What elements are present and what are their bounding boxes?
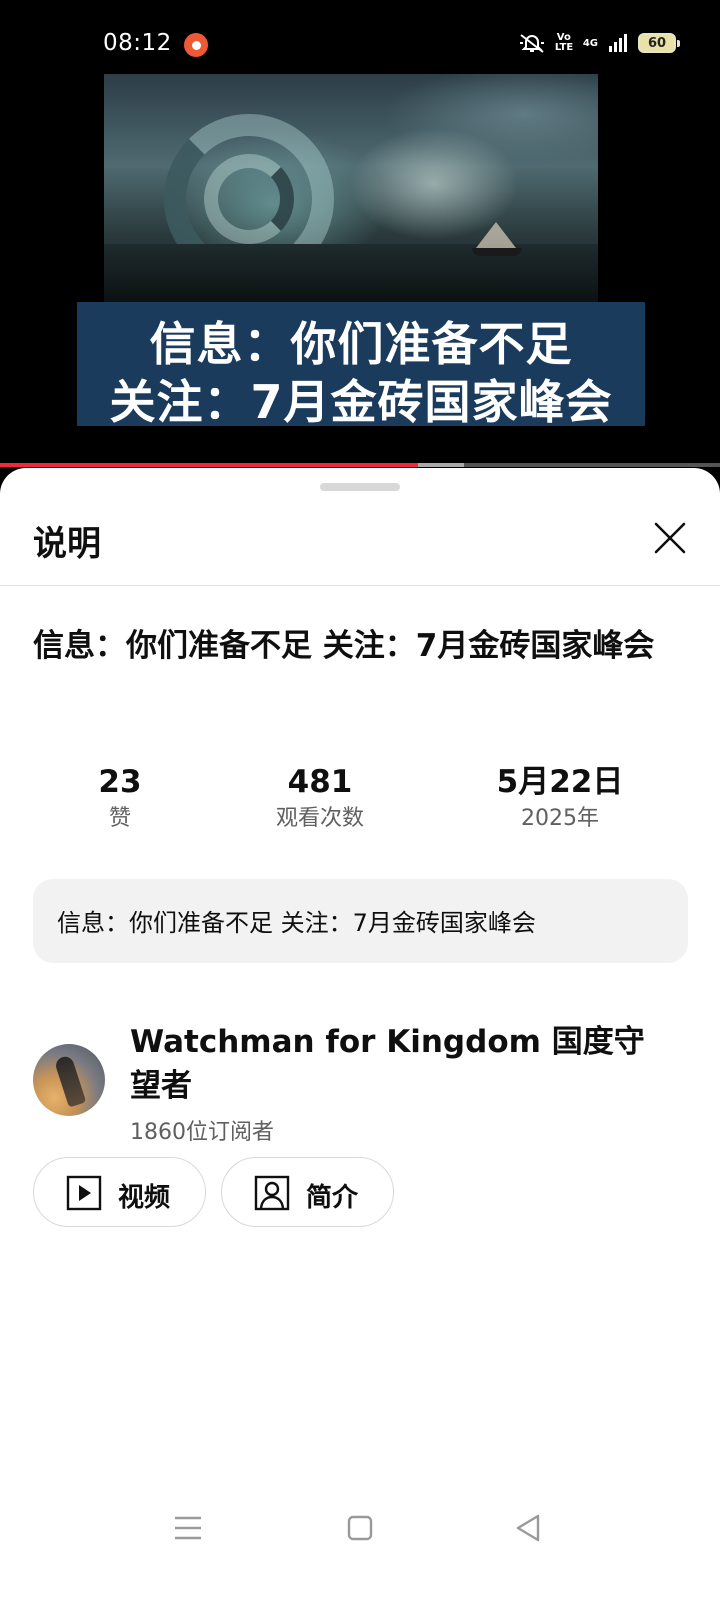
play-box-icon: [66, 1175, 102, 1211]
stat-likes: 23 赞: [80, 762, 160, 834]
mute-icon: [519, 34, 544, 53]
caption-line-1: 信息：你们准备不足: [149, 317, 573, 371]
description-text: 信息：你们准备不足 关注：7月金砖国家峰会: [57, 909, 536, 937]
stat-views: 481 观看次数: [240, 762, 400, 834]
video-player[interactable]: 信息：你们准备不足 关注：7月金砖国家峰会: [0, 70, 720, 475]
progress-buffered: [417, 463, 465, 467]
back-icon[interactable]: [508, 1508, 548, 1548]
description-box: 信息：你们准备不足 关注：7月金砖国家峰会: [33, 879, 688, 963]
subscriber-count: 1860位订阅者: [130, 1120, 274, 1145]
stat-date: 5月22日 2025年: [470, 762, 650, 834]
avatar[interactable]: [33, 1044, 105, 1116]
stat-label: 观看次数: [275, 806, 364, 831]
person-box-icon: [254, 1175, 290, 1211]
network-type: 4G: [582, 37, 598, 49]
stats-row: 23 赞 481 观看次数 5月22日 2025年: [0, 762, 720, 842]
videos-button-label: 视频: [118, 1183, 171, 1213]
video-caption-overlay: 信息：你们准备不足 关注：7月金砖国家峰会: [77, 302, 645, 429]
menu-icon[interactable]: [168, 1508, 208, 1548]
wave-curl-shape: [204, 154, 294, 244]
status-icons: Vo LTE 4G 60: [519, 32, 680, 54]
avatar-figure: [53, 1054, 87, 1108]
stat-value: 481: [287, 764, 353, 800]
about-button-label: 简介: [306, 1183, 359, 1213]
video-thumbnail: [104, 74, 598, 304]
sheet-drag-handle[interactable]: [320, 483, 400, 491]
ship-sail-shape: [476, 222, 516, 248]
about-button[interactable]: 简介: [221, 1157, 394, 1227]
home-icon[interactable]: [340, 1508, 380, 1548]
divider: [0, 585, 720, 586]
stat-value: 23: [98, 764, 142, 800]
sheet-title: 说明: [33, 524, 101, 564]
video-progress-bar[interactable]: [0, 463, 720, 467]
stat-value: 5月22日: [496, 764, 624, 800]
status-time: 08:12: [103, 30, 172, 56]
channel-name[interactable]: Watchman for Kingdom 国度守望者: [130, 1020, 670, 1108]
description-sheet: 说明 信息：你们准备不足 关注：7月金砖国家峰会 23 赞 481 观看次数 5…: [0, 468, 720, 1600]
signal-icon: [609, 34, 627, 52]
volte-icon: Vo LTE: [554, 32, 574, 53]
sea-shape: [104, 244, 598, 304]
close-icon[interactable]: [650, 518, 690, 558]
caption-line-2: 关注：7月金砖国家峰会: [109, 375, 613, 429]
stat-label: 赞: [108, 806, 131, 831]
videos-button[interactable]: 视频: [33, 1157, 206, 1227]
stat-label: 2025年: [521, 806, 599, 831]
progress-played: [0, 463, 418, 467]
screen-record-icon: [184, 33, 208, 57]
system-nav-bar: [0, 1488, 720, 1600]
ship-hull-shape: [472, 248, 522, 256]
channel-row[interactable]: Watchman for Kingdom 国度守望者 1860位订阅者: [33, 1020, 688, 1150]
battery-level: 60: [647, 35, 667, 51]
video-title: 信息：你们准备不足 关注：7月金砖国家峰会: [33, 628, 655, 664]
battery-icon: 60: [638, 33, 680, 53]
